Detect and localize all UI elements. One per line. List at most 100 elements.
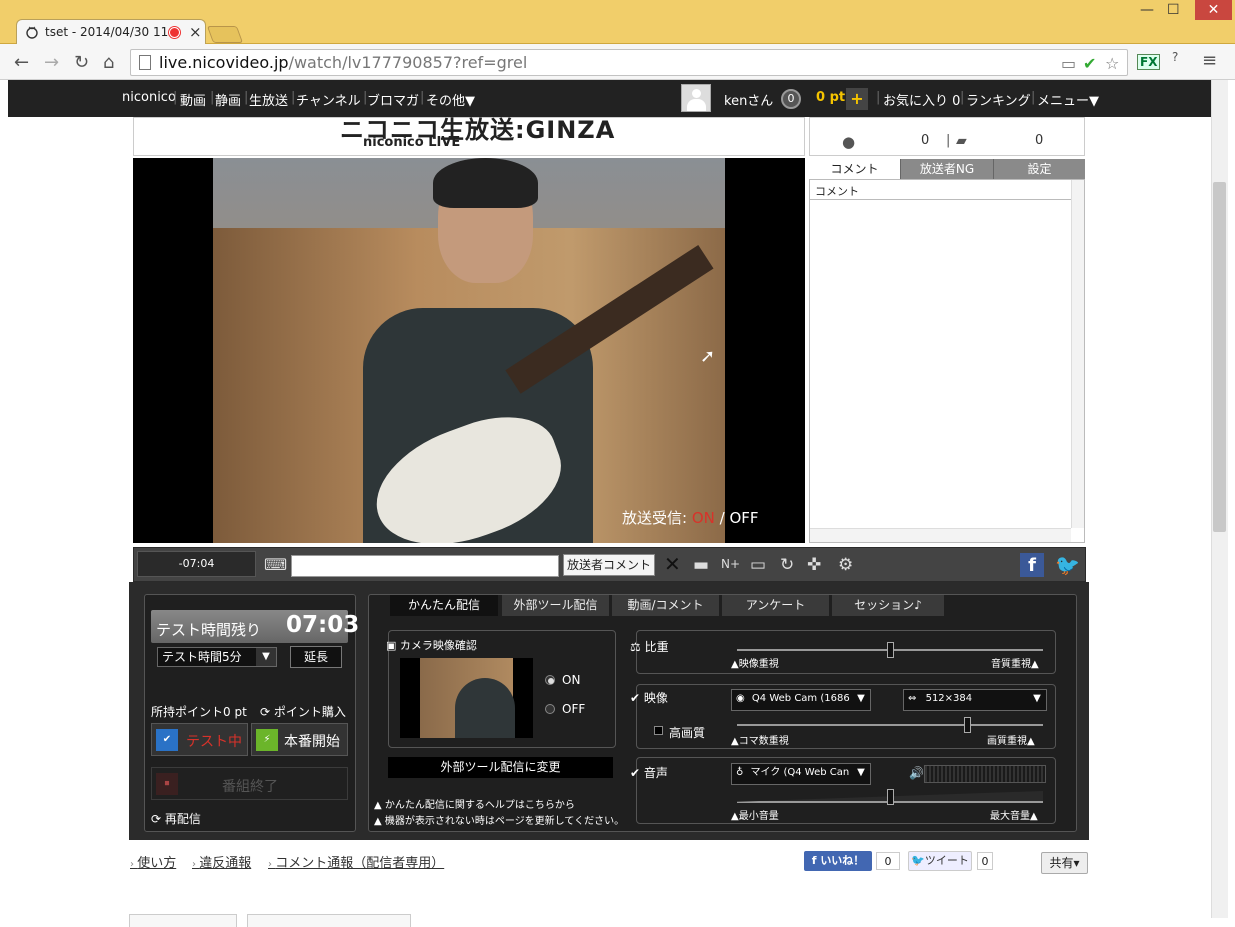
audio-label[interactable]: ✔ 音声 — [630, 764, 668, 781]
comment-list[interactable] — [809, 179, 1085, 543]
footer-box-1 — [129, 914, 237, 927]
tab-easy-broadcast[interactable]: かんたん配信 — [390, 595, 498, 616]
footer-link-report[interactable]: › 違反通報 — [192, 852, 251, 871]
broadcast-receive-toggle[interactable]: 放送受信: ON / OFF — [622, 507, 759, 528]
tab-session[interactable]: セッション♪ — [832, 595, 944, 616]
facebook-icon[interactable]: f — [1020, 553, 1044, 577]
footer-link-howto[interactable]: › 使い方 — [130, 852, 176, 871]
facebook-like-button[interactable]: f いいね！ — [804, 851, 872, 871]
nav-ranking[interactable]: ランキング — [966, 90, 1031, 109]
frame-slider-knob[interactable] — [963, 717, 971, 733]
user-name[interactable]: kenさん — [724, 90, 773, 109]
start-broadcast-button[interactable]: ⚡ 本番開始 — [251, 723, 348, 756]
buy-points-link[interactable]: ⟳ ポイント購入 — [260, 703, 346, 720]
nav-live[interactable]: 生放送 — [249, 90, 288, 109]
camera-icon[interactable]: ▭ — [1061, 54, 1076, 73]
camera-check-label: ▣ カメラ映像確認 — [386, 639, 477, 652]
tab-settings[interactable]: 設定 — [994, 159, 1085, 179]
nav-video[interactable]: 動画 — [180, 90, 206, 109]
check-icon[interactable]: ✔ — [1083, 54, 1096, 73]
hq-checkbox[interactable] — [654, 726, 663, 735]
home-button[interactable]: ⌂ — [103, 52, 114, 73]
tab-comments[interactable]: コメント — [809, 159, 901, 179]
hide-comments-icon[interactable]: ✕ — [664, 552, 681, 576]
video-device-select[interactable]: ◉ Q4 Web Cam (1686 ▼ — [731, 689, 871, 711]
share-button[interactable]: 共有▾ — [1041, 852, 1088, 874]
fx-extension-icon[interactable]: FX — [1137, 54, 1161, 70]
help-extension-icon[interactable]: ? — [1172, 50, 1178, 64]
bookmark-star-icon[interactable]: ☆ — [1105, 54, 1119, 73]
page-scrollbar-thumb[interactable] — [1213, 182, 1226, 532]
comment-list-vscroll[interactable] — [1071, 180, 1084, 528]
nav-blomaga[interactable]: ブロマガ — [367, 90, 419, 109]
camera-off-radio[interactable] — [545, 704, 555, 714]
nav-menu[interactable]: メニュー▼ — [1037, 90, 1099, 109]
add-points-button[interactable]: + — [846, 88, 868, 110]
tweet-button[interactable]: 🐦ツイート — [908, 851, 972, 871]
weight-slider-knob[interactable] — [887, 642, 894, 658]
back-button[interactable]: ← — [14, 52, 29, 73]
reload-button[interactable]: ↻ — [74, 52, 89, 73]
test-duration-value: テスト時間5分 — [162, 650, 242, 664]
tab-broadcaster-ng[interactable]: 放送者NG — [901, 159, 994, 179]
speaker-icon: 🔊 — [909, 766, 924, 780]
switch-external-tool-button[interactable]: 外部ツール配信に変更 — [388, 757, 613, 778]
nav-niconico[interactable]: niconico — [122, 90, 176, 105]
chevron-down-icon: ▼ — [256, 648, 276, 666]
game-app-icon[interactable]: ✜ — [807, 555, 821, 575]
nav-favorites[interactable]: お気に入り 0 — [883, 90, 960, 109]
testing-button[interactable]: ✔ テスト中 — [151, 723, 248, 756]
volume-slider-knob[interactable] — [887, 789, 894, 805]
nav-separator: | — [173, 90, 178, 105]
twitter-icon[interactable]: 🐦 — [1055, 553, 1080, 577]
minimize-button[interactable]: — — [1140, 2, 1154, 18]
nav-seiga[interactable]: 静画 — [215, 90, 241, 109]
notification-badge[interactable]: 0 — [781, 89, 801, 109]
broadcaster-comment-button[interactable]: 放送者コメント — [563, 554, 655, 576]
rebroadcast-link[interactable]: ⟳ 再配信 — [151, 810, 201, 827]
help-link-easy[interactable]: ▲ かんたん配信に関するヘルプはこちらから — [374, 796, 575, 811]
refresh-icon[interactable]: ↻ — [780, 555, 794, 575]
video-size-select[interactable]: ⇔ 512×384 ▼ — [903, 689, 1047, 711]
screen-mode-icon[interactable]: ▭ — [750, 555, 766, 575]
video-label[interactable]: ✔ 映像 — [630, 689, 668, 706]
test-duration-select[interactable]: テスト時間5分 ▼ — [157, 647, 277, 667]
nav-channel[interactable]: チャンネル — [296, 90, 361, 109]
receive-off[interactable]: OFF — [730, 509, 759, 527]
test-time-remaining: 07:03 — [286, 612, 360, 638]
user-avatar[interactable] — [681, 84, 711, 112]
audio-device-select[interactable]: ♁ マイク (Q4 Web Can ▼ — [731, 763, 871, 785]
end-broadcast-button[interactable]: ⏹ 番組終了 — [151, 767, 348, 800]
new-tab-button[interactable] — [206, 26, 244, 43]
camera-on-radio[interactable] — [545, 675, 555, 685]
window-close-button[interactable]: ✕ — [1195, 0, 1232, 20]
settings-gear-icon[interactable]: ⚙ — [838, 555, 853, 575]
tab-survey[interactable]: アンケート — [722, 595, 829, 616]
forward-button[interactable]: → — [44, 52, 59, 73]
address-bar[interactable]: live.nicovideo.jp/watch/lv177790857?ref=… — [130, 49, 1128, 76]
footer-link-comment-report[interactable]: › コメント通報（配信者専用） — [268, 852, 444, 871]
receive-on[interactable]: ON — [692, 509, 715, 527]
speech-bubble-icon[interactable]: ▬ — [693, 555, 709, 575]
refresh-icon: ⟳ — [151, 812, 165, 826]
tab-video-comment[interactable]: 動画/コメント — [612, 595, 719, 616]
maximize-button[interactable]: ☐ — [1167, 2, 1180, 18]
nicoplus-icon[interactable]: N+ — [721, 557, 740, 571]
tab-external-tool[interactable]: 外部ツール配信 — [502, 595, 609, 616]
test-time-label: テスト時間残り — [156, 621, 262, 639]
tweet-count: 0 — [977, 852, 993, 870]
comment-list-hscroll[interactable] — [810, 528, 1071, 542]
browser-menu-icon[interactable]: ≡ — [1202, 50, 1217, 71]
browser-tab[interactable]: tset - 2014/04/30 11 × — [16, 19, 206, 45]
tab-close-icon[interactable]: × — [189, 23, 202, 41]
frame-slider-track[interactable] — [737, 724, 1043, 726]
comment-input[interactable] — [291, 555, 559, 577]
camera-device-icon: ◉ — [736, 693, 745, 704]
nav-other[interactable]: その他▼ — [426, 90, 475, 109]
like-count: 0 — [876, 852, 900, 870]
weight-left-label: ▲映像重視 — [731, 659, 779, 670]
test-badge-icon: ✔ — [156, 729, 178, 751]
microphone-icon: ♁ — [736, 767, 744, 778]
keyboard-icon[interactable]: ⌨ — [264, 555, 287, 574]
extend-button[interactable]: 延長 — [290, 646, 342, 668]
